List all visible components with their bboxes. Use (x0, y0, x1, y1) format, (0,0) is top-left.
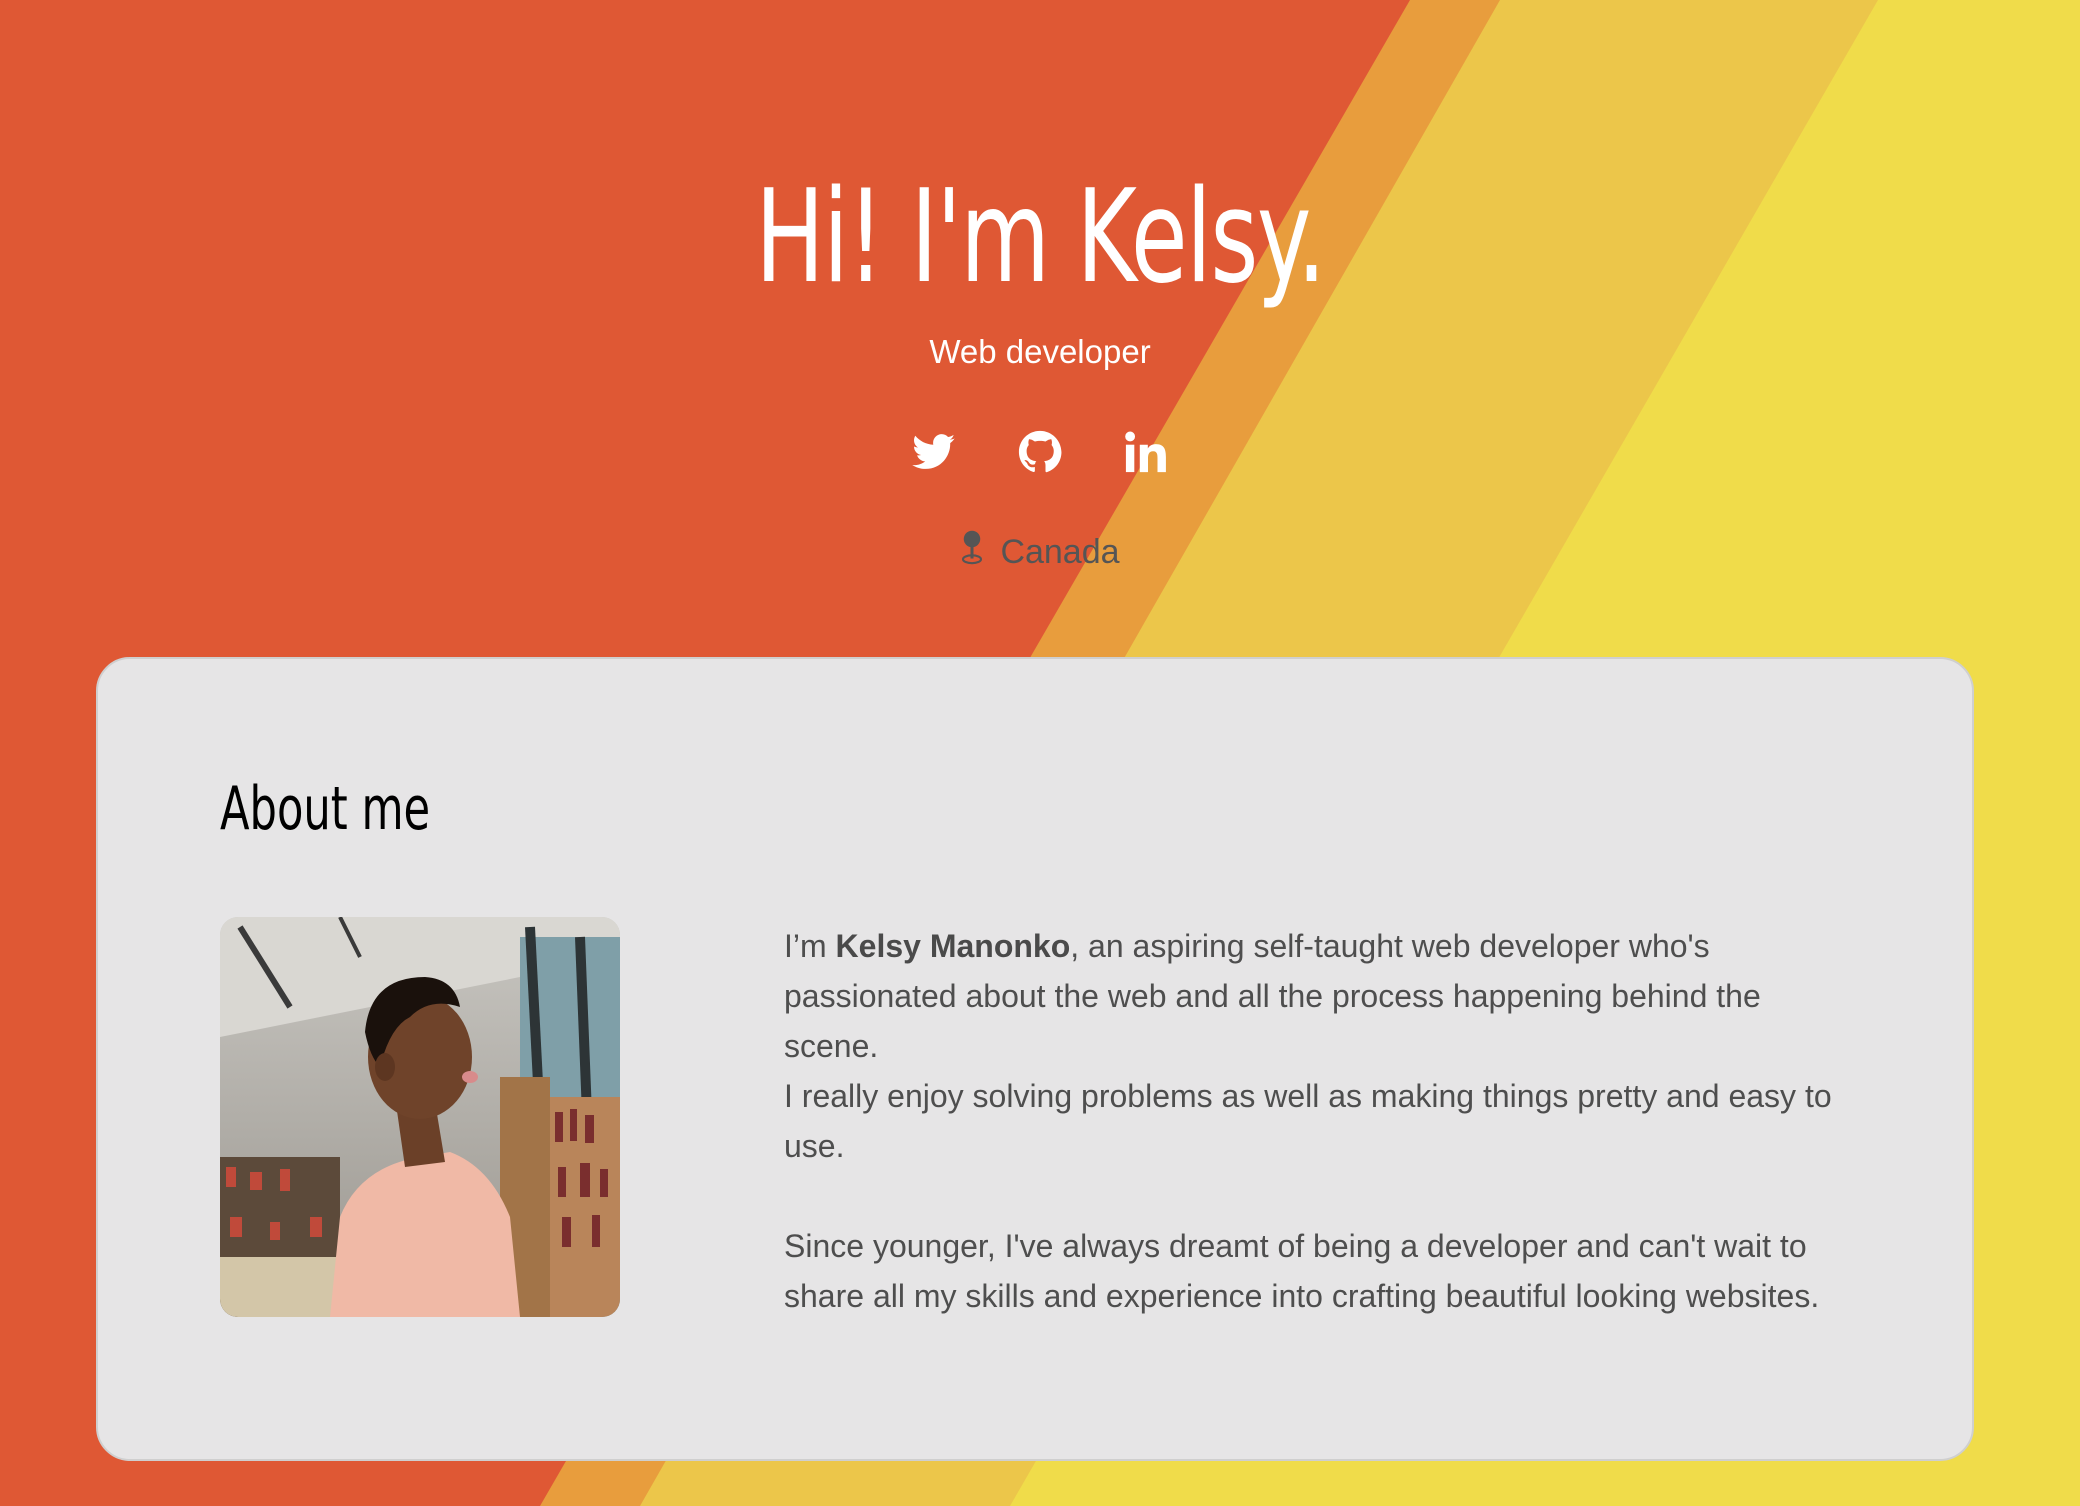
about-bio: I’m Kelsy Manonko, an aspiring self-taug… (784, 921, 1854, 1321)
github-icon (1018, 430, 1062, 474)
social-links (0, 424, 2080, 480)
about-title: About me (220, 774, 431, 844)
linkedin-link[interactable] (1118, 424, 1174, 480)
bio-name: Kelsy Manonko (835, 928, 1071, 964)
location-label: Canada (1000, 533, 1120, 571)
bio-intro-prefix: I’m (784, 928, 836, 964)
page-title: Hi! I'm Kelsy. (755, 163, 1326, 312)
linkedin-icon (1124, 431, 1168, 473)
location: Canada (0, 530, 2080, 575)
bio-paragraph-2: Since younger, I've always dreamt of bei… (784, 1228, 1820, 1314)
bio-paragraph-1: I’m Kelsy Manonko, an aspiring self-taug… (784, 921, 1854, 1171)
github-link[interactable] (1012, 424, 1068, 480)
bio-line-2: I really enjoy solving problems as well … (784, 1078, 1832, 1164)
twitter-icon (912, 434, 956, 470)
profile-photo (220, 917, 620, 1317)
map-pin-icon (960, 530, 984, 575)
about-card: About me I’m Kelsy Manonko, an aspiring … (96, 657, 1974, 1461)
twitter-link[interactable] (906, 424, 962, 480)
job-title: Web developer (929, 333, 1151, 370)
